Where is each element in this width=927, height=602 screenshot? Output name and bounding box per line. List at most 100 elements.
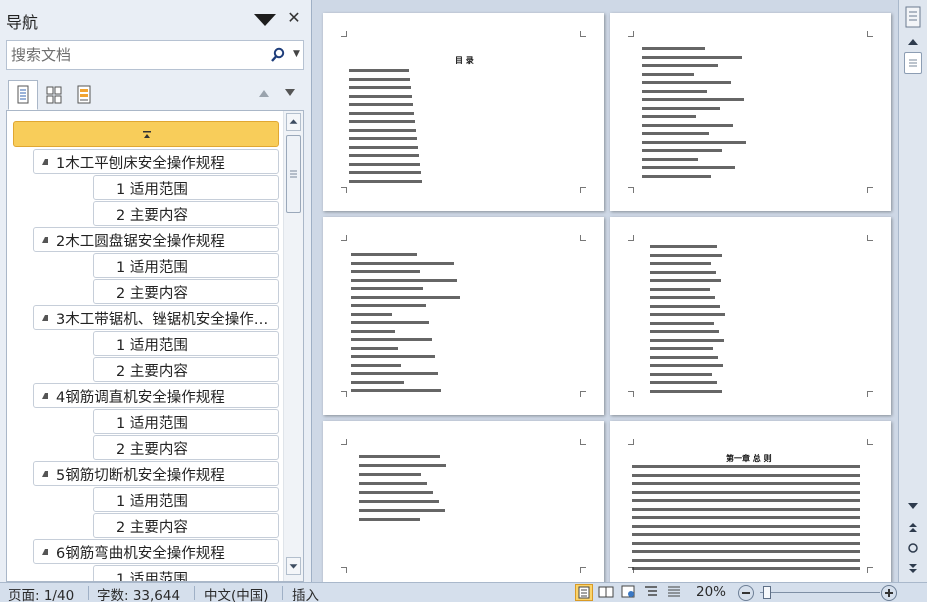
zoom-out-button[interactable] [738, 585, 754, 601]
text-line [642, 174, 711, 178]
text-line [632, 516, 860, 519]
crop-mark [341, 439, 347, 445]
heading-item-3[interactable]: 3木工带锯机、锉锯机安全操作… [33, 305, 279, 330]
language[interactable]: 中文(中国) [204, 584, 269, 602]
word-count[interactable]: 字数: 33,644 [97, 584, 180, 602]
text-line [632, 482, 860, 485]
search-options-dropdown[interactable]: ▼ [293, 49, 300, 59]
web-layout-button[interactable] [620, 584, 638, 601]
tab-browse-results[interactable] [69, 80, 99, 110]
heading-label: 4钢筋调直机安全操作规程 [56, 390, 225, 406]
previous-result-button[interactable] [258, 88, 270, 98]
scroll-down-arrow-icon[interactable] [286, 557, 301, 575]
nav-scrollbar[interactable] [283, 111, 303, 581]
subheading-item[interactable]: 2 主要内容 [93, 201, 279, 226]
scroll-down-arrow-icon[interactable] [905, 500, 921, 512]
print-layout-button[interactable] [575, 584, 593, 601]
heading-label: 2木工圆盘锯安全操作规程 [56, 234, 225, 250]
text-line [642, 166, 735, 169]
subheading-item[interactable]: 2 主要内容 [93, 513, 279, 538]
subheading-item[interactable]: 2 主要内容 [93, 435, 279, 460]
text-line [351, 312, 392, 316]
expand-triangle-icon[interactable] [42, 471, 48, 477]
expand-triangle-icon[interactable] [42, 237, 48, 243]
subheading-item[interactable]: 1 适用范围 [93, 175, 279, 200]
zoom-level[interactable]: 20% [696, 584, 726, 600]
heading-item-2[interactable]: 2木工圆盘锯安全操作规程 [33, 227, 279, 252]
previous-page-icon[interactable] [905, 520, 921, 534]
subheading-item[interactable]: 1 适用范围 [93, 565, 279, 581]
scroll-up-arrow-icon[interactable] [286, 113, 301, 131]
zoom-slider-thumb[interactable] [763, 586, 771, 599]
zoom-in-button[interactable] [881, 585, 897, 601]
text-line [351, 389, 441, 392]
page-thumbnail-4[interactable] [610, 217, 891, 415]
text-line [650, 296, 715, 299]
collapse-all-bar[interactable] [13, 121, 279, 147]
text-line [351, 295, 460, 299]
crop-mark [580, 567, 586, 573]
crop-mark [580, 31, 586, 37]
search-input[interactable] [11, 44, 263, 66]
text-line [642, 55, 742, 59]
status-divider [88, 586, 89, 600]
subheading-item[interactable]: 2 主要内容 [93, 279, 279, 304]
zoom-slider-track[interactable] [760, 592, 880, 593]
ruler-toggle-icon[interactable] [905, 6, 921, 28]
search-icon[interactable] [270, 47, 286, 63]
heading-item-5[interactable]: 5钢筋切断机安全操作规程 [33, 461, 279, 486]
text-line [642, 157, 698, 161]
subheading-item[interactable]: 2 主要内容 [93, 357, 279, 382]
search-box: ▼ [6, 40, 304, 70]
text-line [349, 111, 414, 115]
subheading-item[interactable]: 1 适用范围 [93, 409, 279, 434]
page-thumbnail-1[interactable]: 目 录 [323, 13, 604, 211]
heading-item-4[interactable]: 4钢筋调直机安全操作规程 [33, 383, 279, 408]
page-thumbnail-5[interactable] [323, 421, 604, 582]
subheading-item[interactable]: 1 适用范围 [93, 487, 279, 512]
tab-browse-headings[interactable] [8, 80, 38, 110]
page-thumbnail-3[interactable] [323, 217, 604, 415]
expand-triangle-icon[interactable] [42, 315, 48, 321]
text-line [351, 380, 404, 384]
next-result-button[interactable] [284, 88, 296, 98]
page-thumbnail-2[interactable] [610, 13, 891, 211]
full-screen-reading-button[interactable] [598, 584, 616, 601]
scroll-up-arrow-icon[interactable] [905, 36, 921, 48]
expand-triangle-icon[interactable] [42, 159, 48, 165]
expand-triangle-icon[interactable] [42, 549, 48, 555]
nav-close-button[interactable]: ✕ [286, 9, 302, 27]
document-area[interactable]: 目 录 第一章 总 则 [313, 0, 898, 582]
crop-mark [580, 391, 586, 397]
page-count[interactable]: 页面: 1/40 [8, 584, 74, 602]
next-page-icon[interactable] [905, 562, 921, 576]
subheading-label: 1 适用范围 [116, 182, 188, 198]
text-line [351, 346, 398, 350]
page-thumbnail-6[interactable]: 第一章 总 则 [610, 421, 891, 582]
text-line [351, 287, 423, 290]
nav-scroll-thumb[interactable] [286, 135, 301, 213]
insert-mode[interactable]: 插入 [292, 584, 319, 602]
heading-item-6[interactable]: 6钢筋弯曲机安全操作规程 [33, 539, 279, 564]
tab-browse-pages[interactable] [39, 80, 69, 110]
text-line [650, 364, 723, 367]
outline-view-button[interactable] [643, 584, 661, 601]
subheading-item[interactable]: 1 适用范围 [93, 331, 279, 356]
expand-triangle-icon[interactable] [42, 393, 48, 399]
heading-item-1[interactable]: 1木工平刨床安全操作规程 [33, 149, 279, 174]
text-line [650, 355, 718, 359]
draft-view-button[interactable] [666, 584, 684, 601]
vertical-scroll-thumb[interactable] [904, 52, 922, 74]
text-line [650, 253, 722, 257]
subheading-item[interactable]: 1 适用范围 [93, 253, 279, 278]
subheading-label: 2 主要内容 [116, 364, 188, 380]
text-line [650, 338, 724, 342]
select-browse-object-icon[interactable] [905, 540, 921, 556]
nav-options-button[interactable] [254, 12, 276, 28]
text-line [650, 321, 714, 325]
status-divider [282, 586, 283, 600]
text-line [349, 162, 420, 166]
minus-icon [742, 592, 750, 594]
text-line [349, 145, 418, 149]
text-line [632, 550, 860, 553]
